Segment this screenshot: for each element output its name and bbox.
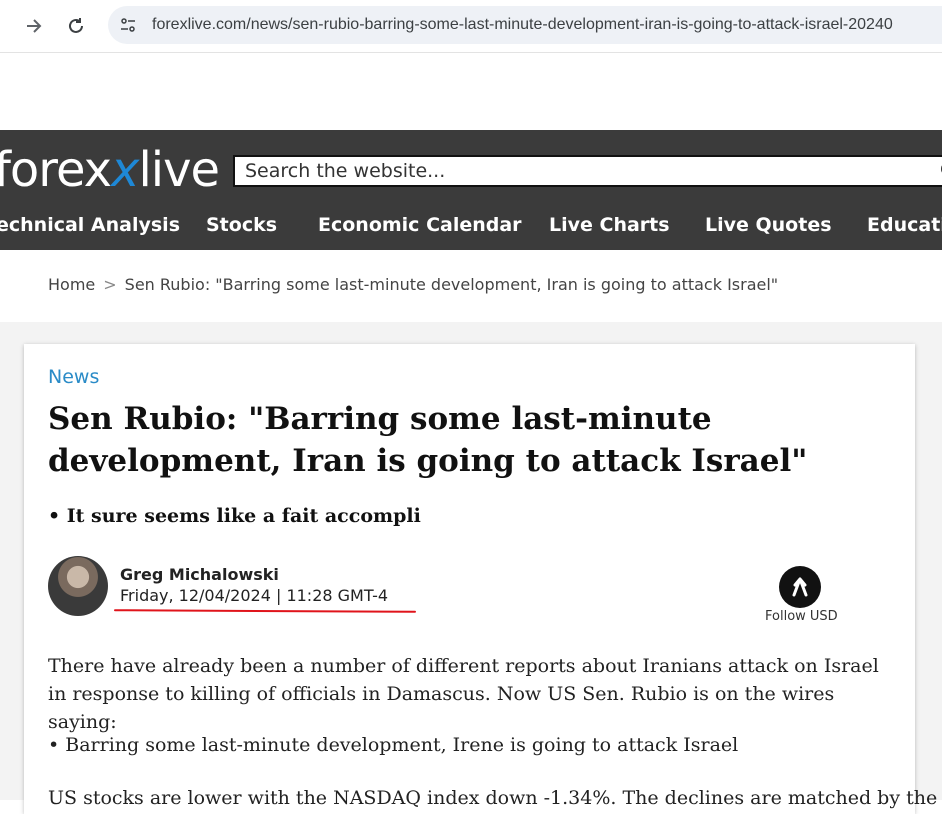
follow-usd-label[interactable]: Follow USD — [765, 609, 838, 624]
forexlive-logo[interactable]: forexxlive — [0, 140, 220, 200]
forward-arrow-icon[interactable] — [20, 12, 48, 40]
menu-item-technical-analysis[interactable]: echnical Analysis — [0, 214, 180, 236]
breadcrumb-home[interactable]: Home — [48, 275, 95, 294]
url-text[interactable]: forexlive.com/news/sen-rubio-barring-som… — [152, 16, 893, 34]
follow-usd-icon[interactable] — [779, 566, 821, 608]
reload-icon[interactable] — [62, 12, 90, 40]
article-paragraph-1: There have already been a number of diff… — [48, 655, 879, 733]
author-name[interactable]: Greg Michalowski — [120, 565, 279, 584]
menu-item-education[interactable]: Educatio — [867, 214, 942, 236]
site-info-icon[interactable] — [120, 17, 136, 33]
address-bar[interactable]: forexlive.com/news/sen-rubio-barring-som… — [108, 6, 942, 44]
article-category[interactable]: News — [48, 366, 99, 388]
main-menu: echnical Analysis Stocks Economic Calend… — [0, 200, 942, 250]
breadcrumb: Home > Sen Rubio: "Barring some last-minut… — [48, 275, 778, 294]
breadcrumb-separator: > — [103, 275, 117, 294]
menu-item-economic-calendar[interactable]: Economic Calendar — [318, 214, 522, 236]
article-subhead: • It sure seems like a fait accompli — [48, 505, 421, 527]
article-headline: Sen Rubio: "Barring some last-minute dev… — [48, 401, 808, 479]
browser-toolbar: forexlive.com/news/sen-rubio-barring-som… — [0, 0, 942, 53]
menu-item-stocks[interactable]: Stocks — [206, 214, 277, 236]
author-avatar[interactable] — [48, 556, 108, 616]
menu-item-live-quotes[interactable]: Live Quotes — [705, 214, 832, 236]
search-box — [233, 155, 942, 187]
publish-date: Friday, 12/04/2024 | 11:28 GMT-4 — [120, 586, 389, 605]
article-paragraph-2: US stocks are lower with the NASDAQ inde… — [48, 787, 938, 809]
breadcrumb-current: Sen Rubio: "Barring some last-minute dev… — [124, 275, 779, 294]
search-input[interactable] — [235, 157, 942, 185]
article-bullet-1: • Barring some last-minute development, … — [48, 734, 739, 756]
menu-item-live-charts[interactable]: Live Charts — [549, 214, 670, 236]
